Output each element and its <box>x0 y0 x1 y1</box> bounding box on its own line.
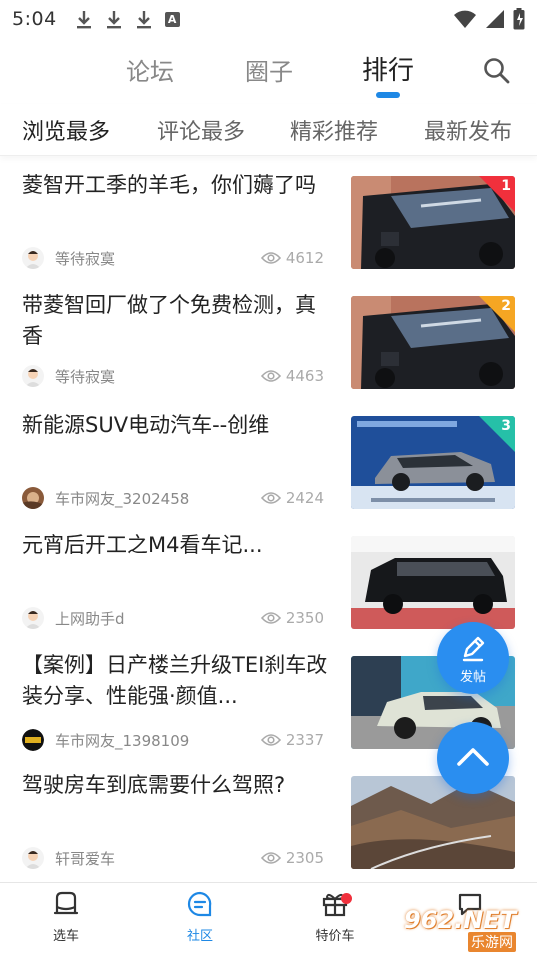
view-count: 4463 <box>260 367 324 385</box>
black-mpv-image <box>351 536 515 629</box>
post-thumbnail[interactable] <box>351 776 515 869</box>
post-item[interactable]: 菱智开工季的羊毛，你们薅了吗 等待寂寞 4612 1 <box>0 166 537 286</box>
tab-forum[interactable]: 论坛 <box>126 52 174 87</box>
system-icons <box>453 8 525 30</box>
rank-number: 2 <box>501 298 511 314</box>
active-tab-indicator <box>376 92 400 98</box>
status-bar: 5:04 A <box>0 0 537 38</box>
chat-icon <box>187 891 212 917</box>
eye-icon <box>260 492 281 504</box>
avatar[interactable] <box>22 247 44 269</box>
post-thumbnail[interactable] <box>351 536 515 629</box>
avatar[interactable] <box>22 729 44 751</box>
download-icon <box>106 11 121 29</box>
view-count-value: 4463 <box>285 367 324 385</box>
post-meta: 等待寂寞 4612 <box>22 246 324 270</box>
author-name[interactable]: 车市网友_1398109 <box>55 730 189 751</box>
sub-tab-recommended[interactable]: 精彩推荐 <box>290 114 378 146</box>
view-count: 2424 <box>260 489 324 507</box>
rank-number: 3 <box>501 418 511 434</box>
rank-number: 1 <box>501 178 511 194</box>
author-name[interactable]: 等待寂寞 <box>55 248 115 269</box>
pencil-icon <box>462 636 485 662</box>
watermark-sub: 乐游网 <box>468 932 516 952</box>
post-meta: 上网助手d 2350 <box>22 606 324 630</box>
post-button[interactable]: 发帖 <box>437 622 509 694</box>
status-time: 5:04 <box>12 8 57 30</box>
post-title[interactable]: 驾驶房车到底需要什么驾照? <box>22 770 332 801</box>
post-item[interactable]: 带菱智回厂做了个免费检测，真香 等待寂寞 4463 2 <box>0 286 537 406</box>
view-count: 2305 <box>260 849 324 867</box>
post-thumbnail[interactable]: 1 <box>351 176 515 269</box>
sub-tab-most-viewed[interactable]: 浏览最多 <box>22 114 110 146</box>
post-item[interactable]: 新能源SUV电动汽车--创维 车市网友_3202458 2424 3 <box>0 406 537 526</box>
view-count: 2350 <box>260 609 324 627</box>
author-name[interactable]: 车市网友_3202458 <box>55 488 189 509</box>
author-name[interactable]: 上网助手d <box>55 608 125 629</box>
post-thumbnail[interactable]: 2 <box>351 296 515 389</box>
top-navigation: 论坛 圈子 排行 <box>0 44 537 104</box>
tab-ranking[interactable]: 排行 <box>362 50 414 87</box>
notification-dot <box>341 893 352 904</box>
post-meta: 等待寂寞 4463 <box>22 364 324 388</box>
watermark-main: 962.NET <box>404 906 517 934</box>
view-count-value: 2424 <box>285 489 324 507</box>
download-icon <box>76 11 91 29</box>
view-count-value: 2350 <box>285 609 324 627</box>
eye-icon <box>260 852 281 864</box>
signal-icon <box>486 10 504 28</box>
avatar[interactable] <box>22 847 44 869</box>
landscape-image <box>351 776 515 869</box>
view-count: 4612 <box>260 249 324 267</box>
post-title[interactable]: 【案例】日产楼兰升级TEI刹车改装分享、性能强·颜值... <box>22 650 332 712</box>
avatar[interactable] <box>22 365 44 387</box>
sub-tab-latest[interactable]: 最新发布 <box>424 114 512 146</box>
view-count-value: 4612 <box>285 249 324 267</box>
view-count: 2337 <box>260 731 324 749</box>
eye-icon <box>260 734 281 746</box>
site-watermark: 962.NET 乐游网 <box>398 906 534 954</box>
author-name[interactable]: 等待寂寞 <box>55 366 115 387</box>
tab-circle[interactable]: 圈子 <box>245 52 293 87</box>
author-name[interactable]: 轩哥爱车 <box>55 848 115 869</box>
battery-icon <box>513 8 525 30</box>
post-meta: 车市网友_1398109 2337 <box>22 728 324 752</box>
post-title[interactable]: 新能源SUV电动汽车--创维 <box>22 410 332 441</box>
chevron-up-icon <box>457 748 489 766</box>
view-count-value: 2305 <box>285 849 324 867</box>
download-icon <box>136 11 151 29</box>
eye-icon <box>260 370 281 382</box>
bottom-nav-label: 特价车 <box>315 929 355 944</box>
search-icon[interactable] <box>482 56 512 86</box>
view-count-value: 2337 <box>285 731 324 749</box>
post-meta: 车市网友_3202458 2424 <box>22 486 324 510</box>
post-title[interactable]: 菱智开工季的羊毛，你们薅了吗 <box>22 170 332 201</box>
sub-tab-most-commented[interactable]: 评论最多 <box>157 114 245 146</box>
post-meta: 轩哥爱车 2305 <box>22 846 324 870</box>
bottom-nav-special-price[interactable]: 特价车 <box>295 889 375 944</box>
eye-icon <box>260 612 281 624</box>
bottom-nav-label: 选车 <box>52 929 79 944</box>
a-notification-icon: A <box>164 11 180 27</box>
ranking-sub-tabs: 浏览最多 评论最多 精彩推荐 最新发布 <box>0 104 537 156</box>
car-icon <box>53 891 79 915</box>
avatar[interactable] <box>22 607 44 629</box>
avatar[interactable] <box>22 487 44 509</box>
wifi-icon <box>454 10 476 28</box>
bottom-nav-select-car[interactable]: 选车 <box>26 889 106 944</box>
post-title[interactable]: 元宵后开工之M4看车记... <box>22 530 332 561</box>
scroll-to-top-button[interactable] <box>437 722 509 794</box>
eye-icon <box>260 252 281 264</box>
post-button-label: 发帖 <box>459 670 486 685</box>
notification-icons: A <box>75 9 180 29</box>
bottom-nav-community[interactable]: 社区 <box>160 889 240 944</box>
post-title[interactable]: 带菱智回厂做了个免费检测，真香 <box>22 290 332 352</box>
post-thumbnail[interactable]: 3 <box>351 416 515 509</box>
bottom-nav-label: 社区 <box>186 929 213 944</box>
